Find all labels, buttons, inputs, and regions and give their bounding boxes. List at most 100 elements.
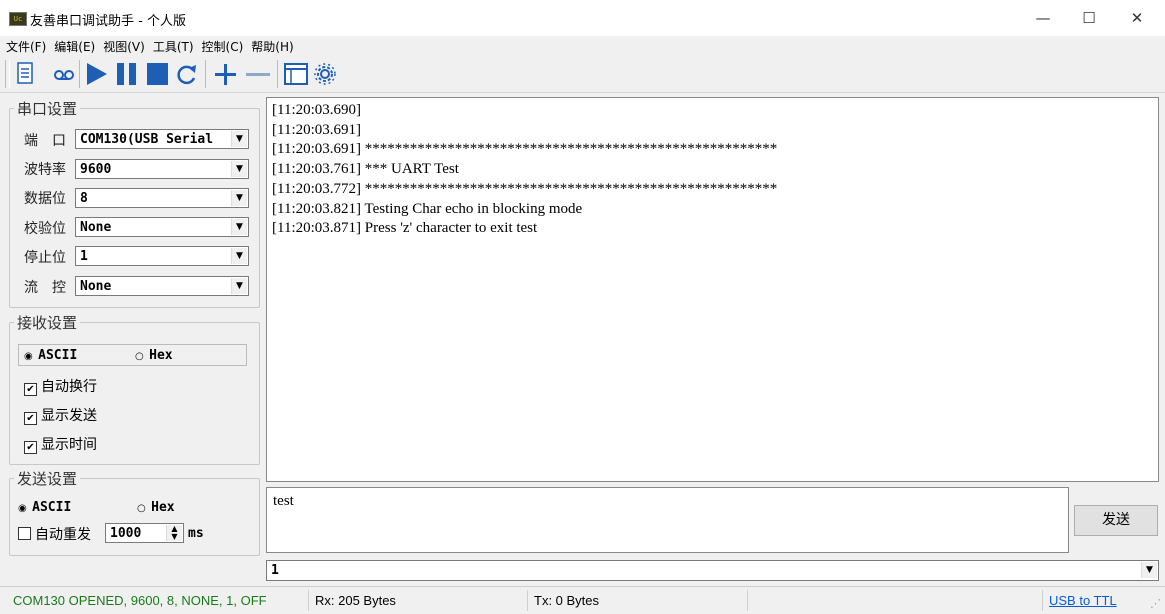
receive-ascii-radio[interactable]: ◉ ASCII bbox=[24, 348, 77, 363]
stop-icon[interactable] bbox=[144, 60, 170, 88]
menu-edit[interactable]: 编辑(E) bbox=[48, 36, 97, 55]
databits-value: 8 bbox=[80, 191, 88, 206]
flow-value: None bbox=[80, 279, 112, 294]
receive-hex-radio[interactable]: ○ Hex bbox=[135, 348, 173, 363]
show-send-label: 显示发送 bbox=[41, 408, 97, 424]
log-line: [11:20:03.821] Testing Char echo in bloc… bbox=[272, 200, 583, 217]
add-icon[interactable] bbox=[212, 60, 238, 88]
maximize-button[interactable]: ☐ bbox=[1066, 0, 1112, 36]
pause-icon[interactable] bbox=[114, 60, 140, 88]
auto-resend-label: 自动重发 bbox=[35, 527, 91, 543]
baud-label: 波特率 bbox=[24, 162, 66, 178]
window-title: 友善串口调试助手 - 个人版 bbox=[30, 14, 186, 29]
send-input[interactable]: test bbox=[266, 487, 1069, 553]
auto-wrap-checkbox[interactable]: ✔ 自动换行 bbox=[24, 376, 97, 396]
chevron-down-icon[interactable]: ▼ bbox=[231, 248, 247, 264]
send-history-value: 1 bbox=[271, 563, 279, 578]
remove-icon[interactable] bbox=[244, 60, 272, 88]
chevron-down-icon[interactable]: ▼ bbox=[231, 278, 247, 294]
menu-tools[interactable]: 工具(T) bbox=[147, 36, 196, 55]
status-bar: COM130 OPENED, 9600, 8, NONE, 1, OFF Rx:… bbox=[0, 586, 1165, 614]
toolbar-separator bbox=[205, 60, 206, 88]
send-ascii-label: ASCII bbox=[32, 500, 72, 515]
toolbar bbox=[0, 56, 1165, 93]
checkmark-icon: ✔ bbox=[24, 383, 37, 396]
databits-select[interactable]: 8 ▼ bbox=[75, 188, 249, 208]
receive-hex-label: Hex bbox=[149, 348, 173, 363]
baud-value: 9600 bbox=[80, 162, 112, 177]
send-button[interactable]: 发送 bbox=[1074, 505, 1158, 536]
app-icon-label: Uc bbox=[13, 15, 23, 23]
interval-unit: ms bbox=[188, 526, 204, 541]
baud-select[interactable]: 9600 ▼ bbox=[75, 159, 249, 179]
parity-label: 校验位 bbox=[24, 221, 66, 237]
resize-grip-icon[interactable]: ⋰ bbox=[1150, 597, 1161, 610]
show-time-checkbox[interactable]: ✔ 显示时间 bbox=[24, 434, 97, 454]
log-line: [11:20:03.691] *************************… bbox=[272, 141, 778, 158]
status-tx: Tx: 0 Bytes bbox=[529, 590, 748, 611]
show-time-label: 显示时间 bbox=[41, 437, 97, 453]
radio-selected-icon: ◉ bbox=[18, 503, 27, 514]
log-line: [11:20:03.761] *** UART Test bbox=[272, 161, 459, 178]
send-settings-legend: 发送设置 bbox=[17, 470, 78, 488]
status-rx: Rx: 205 Bytes bbox=[310, 590, 528, 611]
chevron-down-icon[interactable]: ▼ bbox=[231, 219, 247, 235]
send-history-select[interactable]: 1 ▼ bbox=[266, 560, 1159, 581]
radio-selected-icon: ◉ bbox=[24, 351, 33, 362]
flow-select[interactable]: None ▼ bbox=[75, 276, 249, 296]
refresh-icon[interactable] bbox=[174, 60, 200, 88]
menu-control[interactable]: 控制(C) bbox=[196, 36, 246, 55]
resend-interval-input[interactable]: 1000 ▲ ▼ bbox=[105, 523, 184, 543]
stopbits-label: 停止位 bbox=[24, 250, 66, 266]
menu-bar: 文件(F) 编辑(E) 视图(V) 工具(T) 控制(C) 帮助(H) bbox=[0, 36, 1165, 56]
log-line: [11:20:03.871] Press 'z' character to ex… bbox=[272, 220, 538, 237]
toolbar-grip bbox=[5, 60, 10, 88]
send-ascii-radio[interactable]: ◉ ASCII bbox=[18, 500, 71, 515]
document-icon[interactable] bbox=[15, 60, 37, 88]
receive-output[interactable]: [11:20:03.690] [11:20:03.691] [11:20:03.… bbox=[266, 97, 1159, 482]
menu-view[interactable]: 视图(V) bbox=[97, 36, 147, 55]
usb-to-ttl-link[interactable]: USB to TTL bbox=[1044, 590, 1152, 611]
auto-wrap-label: 自动换行 bbox=[41, 379, 97, 395]
send-hex-radio[interactable]: ○ Hex bbox=[137, 500, 175, 515]
stopbits-select[interactable]: 1 ▼ bbox=[75, 246, 249, 266]
spinner-arrows-icon[interactable]: ▲ ▼ bbox=[166, 525, 182, 541]
serial-settings-legend: 串口设置 bbox=[17, 100, 78, 118]
radio-unselected-icon: ○ bbox=[137, 503, 146, 514]
menu-help[interactable]: 帮助(H) bbox=[245, 36, 295, 55]
receive-ascii-label: ASCII bbox=[38, 348, 78, 363]
port-label: 端 口 bbox=[24, 133, 66, 149]
status-connection: COM130 OPENED, 9600, 8, NONE, 1, OFF bbox=[8, 590, 309, 611]
play-icon[interactable] bbox=[84, 60, 110, 88]
flow-label: 流 控 bbox=[24, 280, 66, 296]
chevron-down-icon[interactable]: ▼ bbox=[231, 161, 247, 177]
radio-unselected-icon: ○ bbox=[135, 351, 144, 362]
status-empty bbox=[749, 590, 1043, 611]
record-icon[interactable] bbox=[52, 60, 76, 88]
app-icon: Uc bbox=[9, 12, 27, 26]
receive-settings-legend: 接收设置 bbox=[17, 314, 78, 332]
stopbits-value: 1 bbox=[80, 249, 88, 264]
checkmark-icon: ✔ bbox=[24, 441, 37, 454]
window-icon[interactable] bbox=[283, 60, 309, 88]
send-hex-label: Hex bbox=[151, 500, 175, 515]
port-select[interactable]: COM130(USB Serial ▼ bbox=[75, 129, 249, 149]
auto-resend-checkbox[interactable]: 自动重发 bbox=[18, 524, 91, 544]
close-button[interactable]: ✕ bbox=[1114, 0, 1160, 36]
checkmark-icon: ✔ bbox=[24, 412, 37, 425]
settings-icon[interactable] bbox=[312, 60, 338, 88]
minimize-button[interactable]: — bbox=[1020, 0, 1066, 36]
toolbar-separator bbox=[79, 60, 80, 88]
port-value: COM130(USB Serial bbox=[80, 132, 214, 147]
chevron-down-icon[interactable]: ▼ bbox=[1141, 562, 1157, 578]
title-bar: Uc 友善串口调试助手 - 个人版 — ☐ ✕ bbox=[0, 0, 1165, 36]
log-line: [11:20:03.691] bbox=[272, 121, 362, 138]
parity-select[interactable]: None ▼ bbox=[75, 217, 249, 237]
log-line: [11:20:03.772] *************************… bbox=[272, 180, 778, 197]
menu-file[interactable]: 文件(F) bbox=[0, 36, 48, 55]
resend-interval-value: 1000 bbox=[110, 526, 142, 541]
chevron-down-icon[interactable]: ▼ bbox=[231, 131, 247, 147]
chevron-down-icon[interactable]: ▼ bbox=[231, 190, 247, 206]
log-line: [11:20:03.690] bbox=[272, 102, 362, 118]
show-send-checkbox[interactable]: ✔ 显示发送 bbox=[24, 405, 97, 425]
